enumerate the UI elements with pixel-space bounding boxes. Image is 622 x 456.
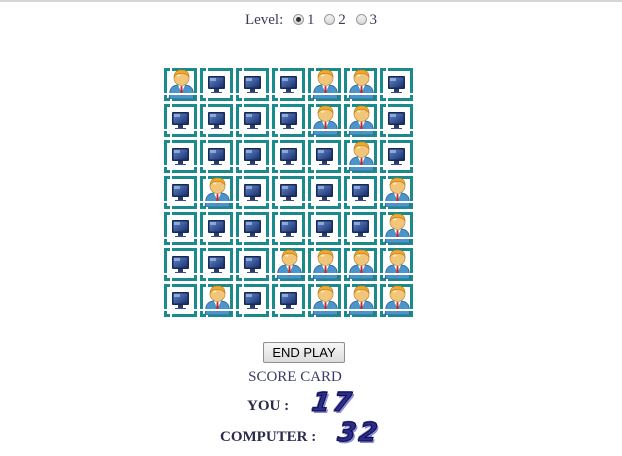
board-cell[interactable]	[344, 212, 377, 245]
level-option-1[interactable]: 1	[293, 12, 318, 28]
you-score-label: YOU :	[247, 398, 290, 414]
board-cell[interactable]	[200, 284, 233, 317]
level-radio-3[interactable]	[355, 14, 367, 25]
board-cell[interactable]	[200, 176, 233, 209]
board-cell[interactable]	[272, 140, 305, 173]
level-option-label: 1	[307, 12, 315, 28]
board-cell[interactable]	[380, 284, 413, 317]
board-cell[interactable]	[344, 284, 377, 317]
level-radio-1[interactable]	[293, 14, 305, 25]
board-cell[interactable]	[236, 140, 269, 173]
level-selector: Level: 1 2 3	[0, 12, 622, 29]
board-cell[interactable]	[380, 212, 413, 245]
you-score-value: 17	[309, 388, 357, 419]
board-cell[interactable]	[308, 248, 341, 281]
board-cell[interactable]	[272, 176, 305, 209]
board-cell[interactable]	[164, 68, 197, 101]
board-cell[interactable]	[308, 176, 341, 209]
board-cell[interactable]	[272, 68, 305, 101]
board-cell[interactable]	[380, 248, 413, 281]
board-cell[interactable]	[164, 140, 197, 173]
board-cell[interactable]	[164, 212, 197, 245]
board-cell[interactable]	[236, 68, 269, 101]
board-cell[interactable]	[200, 248, 233, 281]
level-option-label: 3	[369, 12, 378, 28]
board-cell[interactable]	[380, 176, 413, 209]
board-cell[interactable]	[308, 140, 341, 173]
board-cell[interactable]	[344, 248, 377, 281]
board-cell[interactable]	[308, 104, 341, 137]
level-option-2[interactable]: 2	[324, 12, 349, 28]
board-cell[interactable]	[308, 68, 341, 101]
board-cell[interactable]	[380, 140, 413, 173]
board-cell[interactable]	[344, 68, 377, 101]
board-cell[interactable]	[272, 104, 305, 137]
level-radio-2[interactable]	[324, 14, 336, 25]
computer-score-value: 32	[335, 418, 383, 449]
board-cell[interactable]	[380, 104, 413, 137]
board-cell[interactable]	[200, 140, 233, 173]
board-cell[interactable]	[272, 212, 305, 245]
level-label: Level:	[244, 12, 284, 28]
board-cell[interactable]	[200, 212, 233, 245]
game-board	[164, 68, 416, 318]
board-cell[interactable]	[344, 104, 377, 137]
board-cell[interactable]	[164, 176, 197, 209]
board-cell[interactable]	[308, 212, 341, 245]
board-cell[interactable]	[236, 212, 269, 245]
board-cell[interactable]	[236, 104, 269, 137]
end-play-button[interactable]: END PLAY	[263, 342, 345, 363]
score-card-title: SCORE CARD	[248, 369, 342, 385]
board-cell[interactable]	[380, 68, 413, 101]
computer-score-label: COMPUTER :	[220, 429, 317, 445]
board-cell[interactable]	[272, 248, 305, 281]
board-cell[interactable]	[164, 284, 197, 317]
board-cell[interactable]	[236, 248, 269, 281]
board-cell[interactable]	[164, 248, 197, 281]
board-cell[interactable]	[236, 176, 269, 209]
board-cell[interactable]	[344, 140, 377, 173]
board-cell[interactable]	[308, 284, 341, 317]
board-cell[interactable]	[272, 284, 305, 317]
board-cell[interactable]	[200, 68, 233, 101]
level-option-label: 2	[338, 12, 346, 28]
top-divider	[0, 0, 622, 2]
level-option-3[interactable]: 3	[355, 12, 378, 28]
board-cell[interactable]	[200, 104, 233, 137]
board-cell[interactable]	[236, 284, 269, 317]
board-cell[interactable]	[164, 104, 197, 137]
board-cell[interactable]	[344, 176, 377, 209]
